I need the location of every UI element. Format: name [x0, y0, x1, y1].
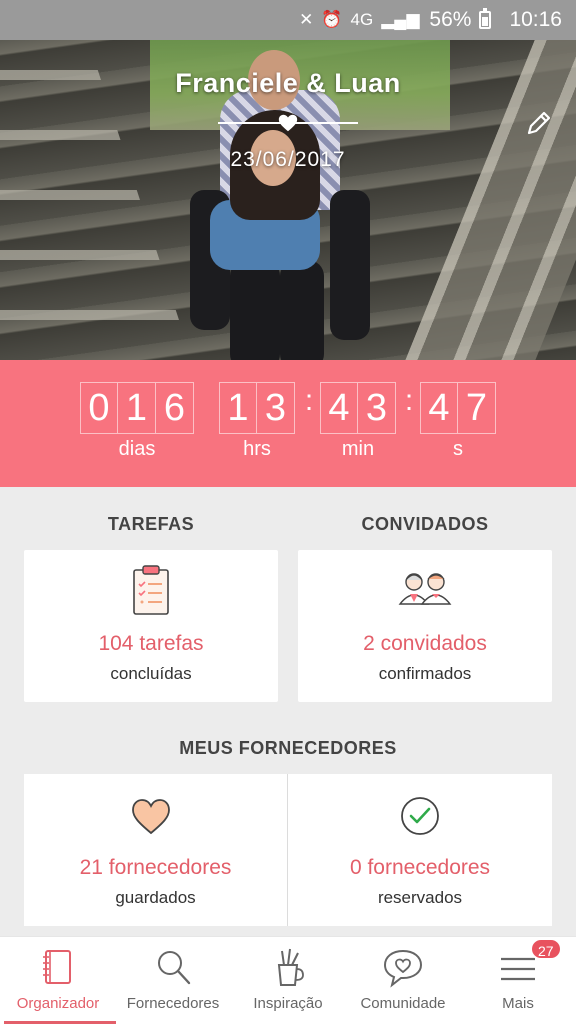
countdown-digit: 4 [420, 382, 458, 434]
nav-label: Mais [502, 995, 534, 1012]
couple-hero: Franciele & Luan 23/06/2017 [0, 40, 576, 360]
booked-vendors[interactable]: 0 fornecedores reservados [288, 774, 552, 926]
guests-icon [398, 573, 452, 605]
countdown-seconds: 4 7 [420, 382, 496, 434]
countdown-digit: 7 [458, 382, 496, 434]
nav-label: Fornecedores [126, 995, 220, 1012]
saved-vendors-count: 21 fornecedores [79, 856, 232, 879]
mute-icon: ✕ [299, 10, 314, 29]
battery-percent: 56% [429, 8, 472, 31]
countdown-digit: 3 [257, 382, 295, 434]
guests-title: CONVIDADOS [361, 514, 489, 534]
countdown-digit: 0 [80, 382, 118, 434]
countdown-separator: : [404, 384, 414, 417]
signal-icon: ▂▄▆ [381, 10, 420, 29]
booked-vendors-sub: reservados [377, 888, 463, 907]
status-time: 10:16 [509, 8, 562, 31]
tasks-count: 104 tarefas [98, 632, 204, 655]
tasks-sub: concluídas [110, 664, 192, 683]
heart-outline-icon [132, 799, 170, 835]
bottom-nav: Organizador Fornecedores Inspiração Comu… [0, 936, 576, 1024]
countdown-label-minutes: min [341, 438, 375, 460]
battery-icon [479, 8, 492, 29]
network-type: 4G [350, 10, 374, 29]
countdown-days: 0 1 6 [80, 382, 194, 434]
saved-vendors[interactable]: 21 fornecedores guardados [24, 774, 287, 926]
nav-inspiracao[interactable]: Inspiração [230, 937, 346, 1024]
vendors-title: MEUS FORNECEDORES [179, 738, 397, 758]
countdown-digit: 1 [118, 382, 156, 434]
status-bar: ✕ ⏰ 4G ▂▄▆ 56% 10:16 [0, 0, 576, 40]
clipboard-checklist-icon [133, 565, 169, 615]
nav-label: Organizador [16, 995, 100, 1012]
countdown-separator: : [304, 384, 314, 417]
nav-comunidade[interactable]: Comunidade [346, 937, 460, 1024]
guests-card[interactable]: 2 convidados confirmados [298, 550, 552, 702]
nav-fornecedores[interactable]: Fornecedores [116, 937, 230, 1024]
nav-label: Inspiração [253, 995, 323, 1012]
countdown-digit: 3 [358, 382, 396, 434]
saved-vendors-sub: guardados [115, 888, 196, 907]
check-circle-icon [401, 797, 439, 835]
heart-icon [278, 114, 298, 132]
countdown-label-hours: hrs [243, 438, 271, 460]
vendors-card: 21 fornecedores guardados 0 fornecedores… [24, 774, 552, 926]
tasks-title: TAREFAS [107, 514, 195, 534]
countdown-label-seconds: s [453, 438, 463, 460]
chat-heart-icon [383, 949, 423, 988]
edit-pencil-icon[interactable] [524, 108, 554, 138]
guests-sub: confirmados [378, 664, 472, 683]
tasks-card[interactable]: 104 tarefas concluídas [24, 550, 278, 702]
notebook-icon [43, 950, 71, 984]
search-icon [158, 951, 191, 985]
countdown-panel: 0 1 6 dias 1 3 hrs : 4 3 min : 4 7 s [0, 360, 576, 487]
countdown-minutes: 4 3 [320, 382, 396, 434]
booked-vendors-count: 0 fornecedores [349, 856, 491, 879]
countdown-digit: 4 [320, 382, 358, 434]
nav-label: Comunidade [360, 995, 446, 1012]
couple-names: Franciele & Luan [175, 68, 401, 98]
wedding-date: 23/06/2017 [230, 148, 346, 171]
guests-count: 2 convidados [363, 632, 487, 655]
countdown-digit: 6 [156, 382, 194, 434]
countdown-digit: 1 [219, 382, 257, 434]
nav-organizador[interactable]: Organizador [0, 937, 116, 1024]
countdown-label-days: dias [118, 438, 156, 460]
pencil-cup-icon [277, 948, 304, 986]
alarm-icon: ⏰ [321, 10, 343, 29]
notification-badge: 27 [530, 938, 562, 960]
countdown-hours: 1 3 [219, 382, 295, 434]
status-icons: ✕ ⏰ 4G ▂▄▆ [299, 10, 419, 30]
